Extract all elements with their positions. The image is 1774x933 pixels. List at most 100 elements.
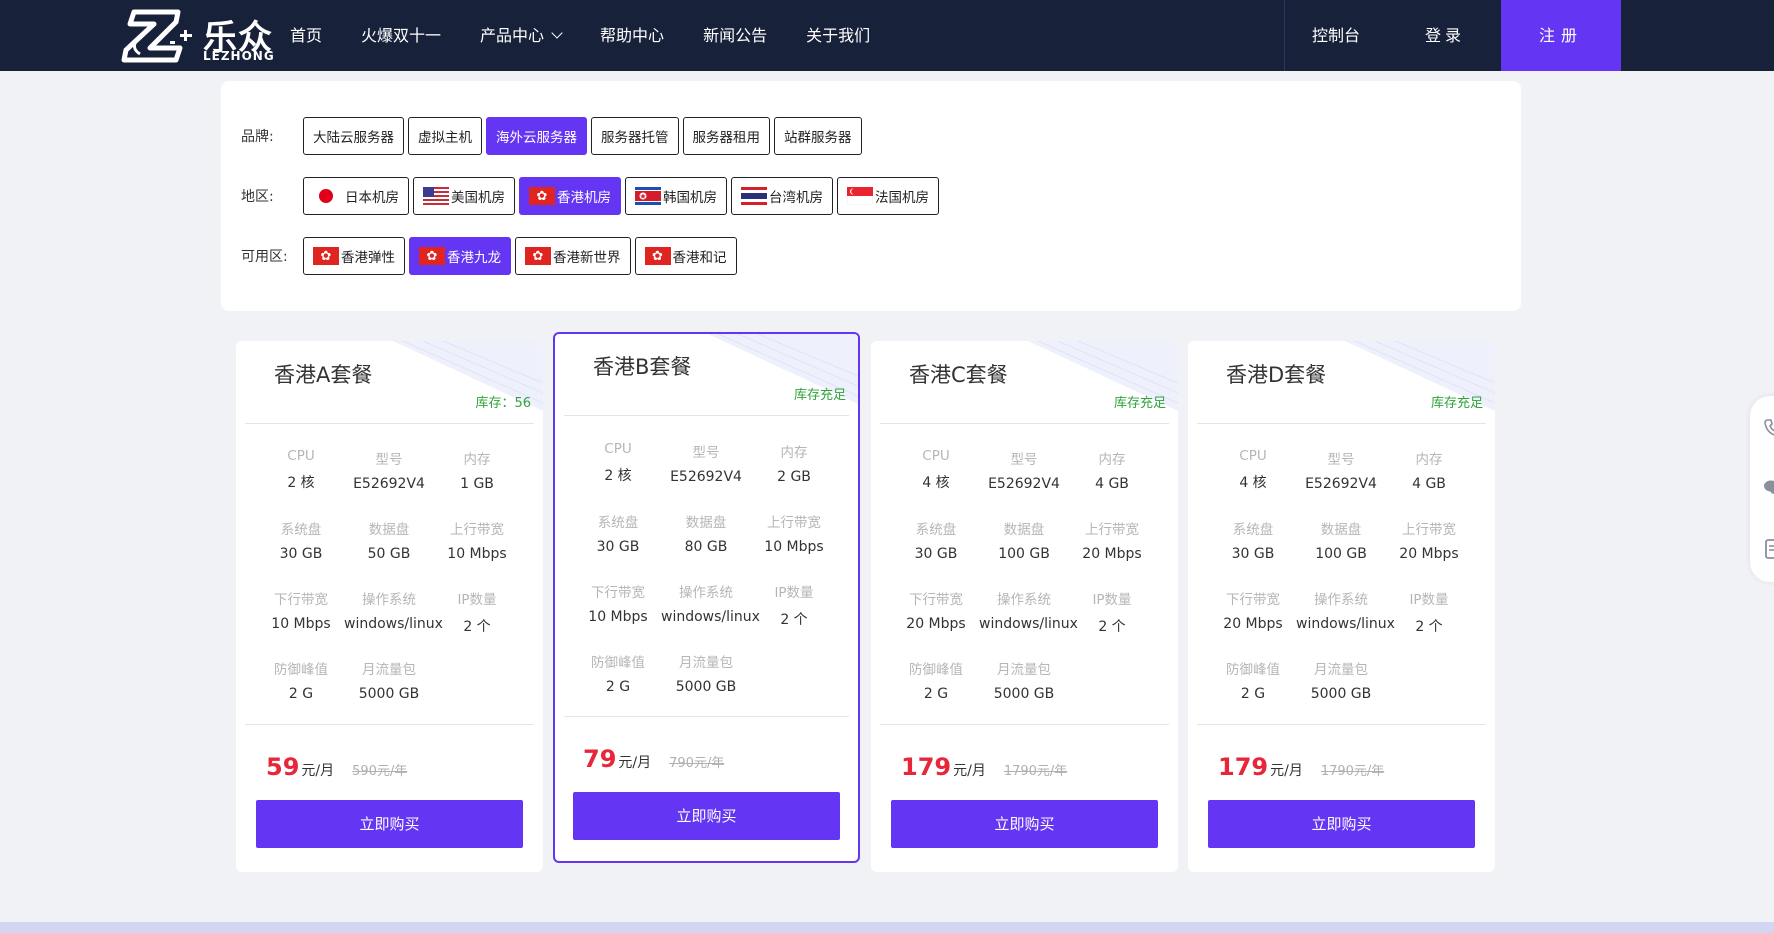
spec-label: 上行带宽 <box>1402 522 1456 538</box>
spec-memory: 内存 1 GB <box>432 448 522 492</box>
spec-value: 10 Mbps <box>764 539 824 555</box>
spec-value: E52692V4 <box>988 476 1060 492</box>
spec-label: 防御峰值 <box>909 662 963 678</box>
nav-news[interactable]: 新闻公告 <box>703 0 767 71</box>
buy-now-button[interactable]: 立即购买 <box>1208 800 1475 848</box>
nav-products[interactable]: 产品中心 <box>480 0 563 71</box>
nav-about[interactable]: 关于我们 <box>806 0 870 71</box>
spec-value: 5000 GB <box>358 686 420 702</box>
header-divider <box>1284 0 1285 71</box>
price-unit: 元/月 <box>1270 763 1303 779</box>
region-option-hongkong-selected[interactable]: ✿ 香港机房 <box>519 177 621 215</box>
spec-download-bandwidth: 下行带宽 20 Mbps <box>891 588 981 632</box>
zone-option-label: 香港九龙 <box>447 250 501 266</box>
spec-upload-bandwidth: 上行带宽 20 Mbps <box>1067 518 1157 562</box>
login-link[interactable]: 登录 <box>1425 0 1465 71</box>
price-unit: 元/月 <box>953 763 986 779</box>
nav-home[interactable]: 首页 <box>290 0 322 71</box>
spec-memory: 内存 4 GB <box>1384 448 1474 492</box>
spec-value: 2 G <box>605 679 631 695</box>
stock-badge: 库存充足 <box>1430 396 1483 411</box>
spec-value: 20 Mbps <box>906 616 966 632</box>
buy-now-button[interactable]: 立即购买 <box>256 800 523 848</box>
logo-subtext: LEZHONG <box>203 49 275 63</box>
filter-panel: 品牌: 大陆云服务器 虚拟主机 海外云服务器 服务器托管 服务器租用 站群服务器… <box>221 81 1521 311</box>
spec-monthly-traffic: 月流量包 5000 GB <box>661 651 751 695</box>
region-filter-row: 地区: 日本机房 美国机房 ✿ 香港机房 韩国机房 台湾机房 法国机房 <box>241 177 943 215</box>
document-icon[interactable] <box>1763 538 1774 560</box>
nav-help[interactable]: 帮助中心 <box>600 0 664 71</box>
brand-option[interactable]: 虚拟主机 <box>408 117 482 155</box>
thailand-flag-icon <box>741 187 767 205</box>
region-option-usa[interactable]: 美国机房 <box>413 177 515 215</box>
price-amount: 179 <box>901 753 952 781</box>
nav-label: 产品中心 <box>480 26 545 45</box>
plan-card-c: 香港C套餐 库存充足 CPU 4 核 型号 E52692V4 内存 4 GB 系统盘 3… <box>871 341 1178 872</box>
spec-ddos-defense: 防御峰值 2 G <box>256 658 346 702</box>
phone-icon[interactable] <box>1763 418 1774 438</box>
spec-cpu: CPU 2 核 <box>256 448 346 492</box>
console-link[interactable]: 控制台 <box>1312 0 1360 71</box>
region-option-france[interactable]: 法国机房 <box>837 177 939 215</box>
region-option-korea[interactable]: 韩国机房 <box>625 177 727 215</box>
spec-value: windows/linux <box>1296 616 1395 632</box>
spec-ip-count: IP数量 2 个 <box>432 588 522 636</box>
spec-monthly-traffic: 月流量包 5000 GB <box>1296 658 1386 702</box>
spec-value: 10 Mbps <box>447 546 507 562</box>
region-option-label: 韩国机房 <box>663 190 717 206</box>
divider <box>564 716 849 717</box>
price-unit: 元/月 <box>618 755 652 771</box>
side-contact-bar <box>1750 396 1774 582</box>
buy-now-button[interactable]: 立即购买 <box>891 800 1158 848</box>
brand-option[interactable]: 服务器托管 <box>591 117 679 155</box>
spec-system-disk: 系统盘 30 GB <box>573 511 663 555</box>
spec-value: 5000 GB <box>675 679 737 695</box>
buy-now-button[interactable]: 立即购买 <box>573 792 840 840</box>
spec-value: windows/linux <box>344 616 443 632</box>
divider <box>880 724 1169 725</box>
spec-value: 4 核 <box>1239 475 1267 491</box>
spec-label: 数据盘 <box>685 515 727 531</box>
stock-badge: 库存充足 <box>793 388 846 403</box>
zone-option[interactable]: ✿ 香港新世界 <box>515 237 631 275</box>
spec-label: 操作系统 <box>362 592 416 608</box>
spec-ip-count: IP数量 2 个 <box>749 581 839 629</box>
spec-upload-bandwidth: 上行带宽 20 Mbps <box>1384 518 1474 562</box>
plan-title: 香港B套餐 <box>593 355 692 379</box>
zone-option[interactable]: ✿ 香港弹性 <box>303 237 405 275</box>
zone-option-selected[interactable]: ✿ 香港九龙 <box>409 237 511 275</box>
spec-value: 2 G <box>923 686 949 702</box>
spec-value: 10 Mbps <box>588 609 648 625</box>
chat-icon[interactable] <box>1763 478 1774 498</box>
brand-logo[interactable]: 乐众 LEZHONG <box>120 6 275 66</box>
spec-system-disk: 系统盘 30 GB <box>1208 518 1298 562</box>
spec-value: 30 GB <box>596 539 640 555</box>
spec-model: 型号 E52692V4 <box>661 441 751 485</box>
spec-cpu: CPU 4 核 <box>1208 448 1298 492</box>
spec-model: 型号 E52692V4 <box>979 448 1069 492</box>
brand-option-selected[interactable]: 海外云服务器 <box>486 117 587 155</box>
spec-label: 数据盘 <box>1003 522 1045 538</box>
brand-option[interactable]: 服务器租用 <box>682 117 770 155</box>
spec-label: 内存 <box>780 445 808 461</box>
spec-value: 50 GB <box>367 546 411 562</box>
region-option-japan[interactable]: 日本机房 <box>303 177 409 215</box>
brand-option[interactable]: 站群服务器 <box>774 117 862 155</box>
spec-download-bandwidth: 下行带宽 20 Mbps <box>1208 588 1298 632</box>
region-option-taiwan[interactable]: 台湾机房 <box>731 177 833 215</box>
brand-option[interactable]: 大陆云服务器 <box>303 117 404 155</box>
nav-double-eleven[interactable]: 火爆双十一 <box>361 0 441 71</box>
spec-label: 数据盘 <box>1320 522 1362 538</box>
korea-flag-icon <box>635 187 661 205</box>
spec-label: 内存 <box>463 452 491 468</box>
register-button[interactable]: 注册 <box>1501 0 1621 71</box>
zone-option-label: 香港弹性 <box>341 250 395 266</box>
spec-label: 下行带宽 <box>274 592 328 608</box>
zone-option[interactable]: ✿ 香港和记 <box>634 237 737 275</box>
spec-label: 型号 <box>1010 452 1038 468</box>
spec-value: 100 GB <box>998 546 1050 562</box>
divider <box>880 423 1169 424</box>
spec-label: 上行带宽 <box>1085 522 1139 538</box>
nav-label: 新闻公告 <box>703 26 768 45</box>
spec-value: 20 Mbps <box>1082 546 1142 562</box>
